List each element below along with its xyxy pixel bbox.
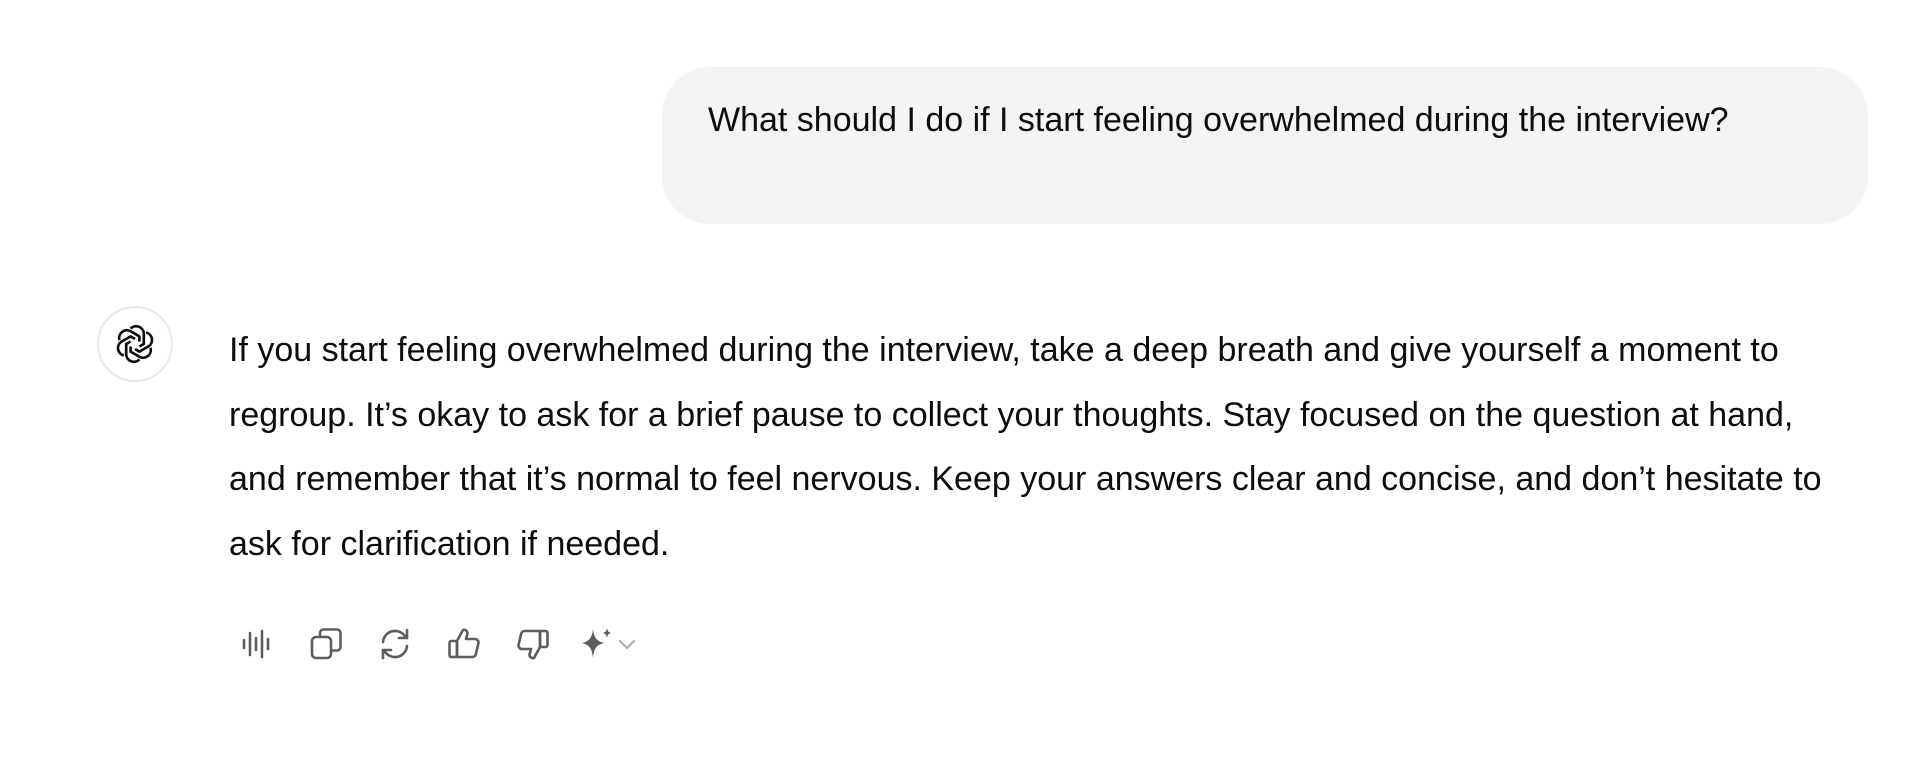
thumbs-up-icon (448, 628, 480, 659)
assistant-message-text: If you start feeling overwhelmed during … (229, 331, 1822, 563)
sparkle-icon (582, 628, 612, 658)
read-aloud-button[interactable] (233, 620, 281, 668)
openai-logo-icon (116, 324, 154, 364)
refresh-icon (381, 628, 409, 660)
message-actions-toolbar (233, 620, 638, 668)
audio-waveform-icon (242, 629, 270, 659)
thumbs-down-icon (517, 629, 549, 660)
bad-response-button[interactable] (509, 620, 557, 668)
user-message-bubble: What should I do if I start feeling over… (662, 67, 1868, 224)
chat-page: What should I do if I start feeling over… (0, 0, 1920, 765)
copy-icon (310, 628, 342, 660)
switch-model-button[interactable] (578, 620, 638, 668)
chevron-down-icon (618, 639, 636, 650)
good-response-button[interactable] (440, 620, 488, 668)
regenerate-button[interactable] (371, 620, 419, 668)
copy-button[interactable] (302, 620, 350, 668)
assistant-avatar (97, 306, 173, 382)
user-message-text: What should I do if I start feeling over… (708, 101, 1729, 139)
